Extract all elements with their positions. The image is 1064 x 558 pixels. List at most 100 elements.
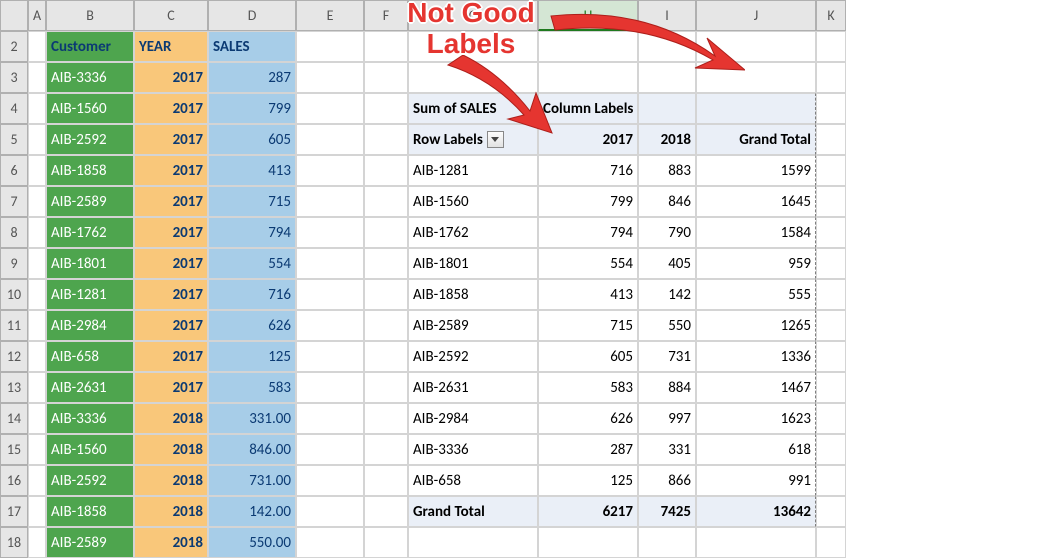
row-header-3[interactable]: 3 [0, 62, 28, 93]
data-sales[interactable]: 794 [208, 217, 296, 248]
data-sales[interactable]: 583 [208, 372, 296, 403]
data-year[interactable]: 2017 [134, 372, 208, 403]
cell-F11[interactable] [364, 310, 408, 341]
cell-K11[interactable] [816, 310, 846, 341]
pivot-column-labels[interactable]: Column Labels [538, 93, 638, 124]
data-sales[interactable]: 799 [208, 93, 296, 124]
cell-E14[interactable] [296, 403, 364, 434]
cell-A8[interactable] [28, 217, 46, 248]
pivot-val-total[interactable]: 1336 [696, 341, 816, 372]
pivot-val-2018[interactable]: 405 [638, 248, 696, 279]
cell-E9[interactable] [296, 248, 364, 279]
cell-F12[interactable] [364, 341, 408, 372]
cell-I3[interactable] [638, 62, 696, 93]
cell-A16[interactable] [28, 465, 46, 496]
data-sales[interactable]: 626 [208, 310, 296, 341]
row-header-4[interactable]: 4 [0, 93, 28, 124]
data-year[interactable]: 2017 [134, 186, 208, 217]
data-year[interactable]: 2017 [134, 248, 208, 279]
cell-F2[interactable] [364, 31, 408, 62]
cell-K14[interactable] [816, 403, 846, 434]
cell-E10[interactable] [296, 279, 364, 310]
col-header-I[interactable]: I [638, 0, 696, 31]
cell-E6[interactable] [296, 155, 364, 186]
cell-F16[interactable] [364, 465, 408, 496]
cell-F13[interactable] [364, 372, 408, 403]
cell-A3[interactable] [28, 62, 46, 93]
cell-A4[interactable] [28, 93, 46, 124]
cell-F9[interactable] [364, 248, 408, 279]
row-header-7[interactable]: 7 [0, 186, 28, 217]
data-sales[interactable]: 142.00 [208, 496, 296, 527]
select-all-corner[interactable] [0, 0, 28, 31]
cell-I2[interactable] [638, 31, 696, 62]
data-sales[interactable]: 715 [208, 186, 296, 217]
row-header-15[interactable]: 15 [0, 434, 28, 465]
data-customer[interactable]: AIB-3336 [46, 403, 134, 434]
pivot-val-2017[interactable]: 716 [538, 155, 638, 186]
data-customer[interactable]: AIB-2592 [46, 124, 134, 155]
data-year[interactable]: 2018 [134, 496, 208, 527]
data-year[interactable]: 2017 [134, 155, 208, 186]
pivot-val-total[interactable]: 991 [696, 465, 816, 496]
data-customer[interactable]: AIB-2984 [46, 310, 134, 341]
pivot-val-2018[interactable]: 866 [638, 465, 696, 496]
cell-H3[interactable] [538, 62, 638, 93]
row-header-9[interactable]: 9 [0, 248, 28, 279]
pivot-val-2017[interactable]: 125 [538, 465, 638, 496]
pivot-grandtotal-label[interactable]: Grand Total [408, 496, 538, 527]
pivot-val-2017[interactable]: 413 [538, 279, 638, 310]
pivot-val-total[interactable]: 959 [696, 248, 816, 279]
data-customer[interactable]: AIB-1762 [46, 217, 134, 248]
cell-E11[interactable] [296, 310, 364, 341]
row-header-10[interactable]: 10 [0, 279, 28, 310]
data-customer[interactable]: AIB-2589 [46, 527, 134, 558]
cell-F15[interactable] [364, 434, 408, 465]
data-sales[interactable]: 413 [208, 155, 296, 186]
cell-E13[interactable] [296, 372, 364, 403]
data-sales[interactable]: 287 [208, 62, 296, 93]
pivot-row-label[interactable]: AIB-658 [408, 465, 538, 496]
row-header-13[interactable]: 13 [0, 372, 28, 403]
pivot-val-2018[interactable]: 997 [638, 403, 696, 434]
cell-A9[interactable] [28, 248, 46, 279]
pivot-row-label[interactable]: AIB-1560 [408, 186, 538, 217]
cell-K6[interactable] [816, 155, 846, 186]
cell-E16[interactable] [296, 465, 364, 496]
cell-K9[interactable] [816, 248, 846, 279]
cell-A5[interactable] [28, 124, 46, 155]
data-customer[interactable]: AIB-2589 [46, 186, 134, 217]
pivot-grandtotal-2017[interactable]: 6217 [538, 496, 638, 527]
cell-K15[interactable] [816, 434, 846, 465]
data-customer[interactable]: AIB-2631 [46, 372, 134, 403]
pivot-val-total[interactable]: 1645 [696, 186, 816, 217]
cell-F6[interactable] [364, 155, 408, 186]
data-sales[interactable]: 331.00 [208, 403, 296, 434]
cell-K12[interactable] [816, 341, 846, 372]
pivot-val-2018[interactable]: 731 [638, 341, 696, 372]
data-sales[interactable]: 554 [208, 248, 296, 279]
col-header-B[interactable]: B [46, 0, 134, 31]
cell-G18[interactable] [408, 527, 538, 558]
pivot-val-total[interactable]: 1584 [696, 217, 816, 248]
cell-H18[interactable] [538, 527, 638, 558]
data-year[interactable]: 2017 [134, 93, 208, 124]
col-header-C[interactable]: C [134, 0, 208, 31]
cell-F4[interactable] [364, 93, 408, 124]
cell-K4[interactable] [816, 93, 846, 124]
pivot-val-total[interactable]: 1467 [696, 372, 816, 403]
pivot-val-2017[interactable]: 287 [538, 434, 638, 465]
cell-E5[interactable] [296, 124, 364, 155]
cell-E7[interactable] [296, 186, 364, 217]
row-header-8[interactable]: 8 [0, 217, 28, 248]
data-sales[interactable]: 125 [208, 341, 296, 372]
cell-E18[interactable] [296, 527, 364, 558]
pivot-row-label[interactable]: AIB-3336 [408, 434, 538, 465]
data-customer[interactable]: AIB-1858 [46, 155, 134, 186]
cell-J3[interactable] [696, 62, 816, 93]
row-header-11[interactable]: 11 [0, 310, 28, 341]
data-sales[interactable]: 605 [208, 124, 296, 155]
cell-E3[interactable] [296, 62, 364, 93]
pivot-colhdr-grandtotal[interactable]: Grand Total [696, 124, 816, 155]
cell-J4[interactable] [696, 93, 816, 124]
